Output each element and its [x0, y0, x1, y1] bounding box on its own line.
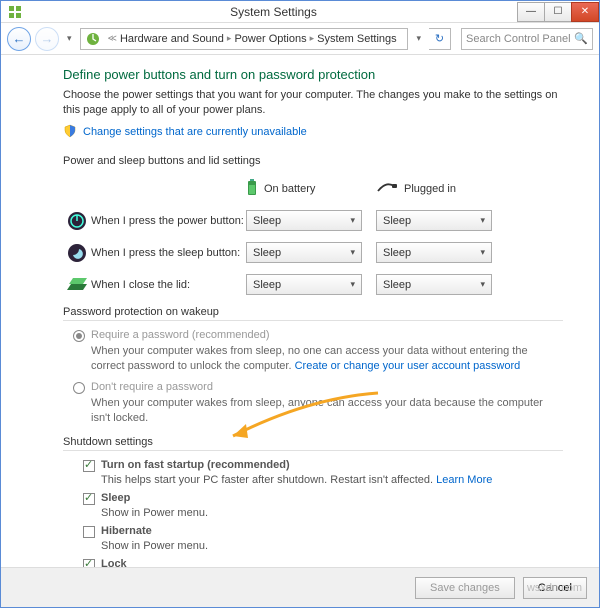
- shutdown-section-title: Shutdown settings: [63, 436, 563, 451]
- fast-startup-label: Turn on fast startup (recommended): [101, 459, 290, 471]
- require-password-label: Require a password (recommended): [91, 329, 270, 341]
- power-button-plugged-select[interactable]: Sleep▾: [376, 210, 492, 231]
- breadcrumb[interactable]: ≪ Hardware and Sound ▸ Power Options ▸ S…: [80, 28, 409, 50]
- sleep-button-plugged-select[interactable]: Sleep▾: [376, 242, 492, 263]
- history-dropdown[interactable]: ▾: [63, 33, 76, 44]
- breadcrumb-item[interactable]: Hardware and Sound: [120, 33, 224, 45]
- navbar: ← → ▾ ≪ Hardware and Sound ▸ Power Optio…: [1, 23, 599, 55]
- lid-row: When I close the lid: Sleep▾ Sleep▾: [63, 274, 563, 296]
- maximize-button[interactable]: ☐: [544, 2, 572, 22]
- column-headers: On battery Plugged in: [63, 179, 563, 200]
- hibernate-label: Hibernate: [101, 525, 152, 537]
- password-section-title: Password protection on wakeup: [63, 306, 563, 321]
- require-password-radio: [73, 330, 85, 342]
- shield-icon: [63, 124, 77, 141]
- content-area: Define power buttons and turn on passwor…: [1, 55, 599, 567]
- breadcrumb-icon: [85, 31, 101, 47]
- app-icon: [7, 4, 23, 20]
- battery-icon: [246, 179, 258, 200]
- hibernate-desc: Show in Power menu.: [73, 540, 563, 552]
- back-button[interactable]: ←: [7, 27, 31, 51]
- refresh-button[interactable]: ↻: [429, 28, 451, 50]
- power-button-row: When I press the power button: Sleep▾ Sl…: [63, 210, 563, 232]
- minimize-button[interactable]: —: [517, 2, 545, 22]
- lid-battery-select[interactable]: Sleep▾: [246, 274, 362, 295]
- create-password-link[interactable]: Create or change your user account passw…: [295, 360, 521, 372]
- search-input[interactable]: Search Control Panel 🔍: [461, 28, 593, 50]
- sleep-button-row: When I press the sleep button: Sleep▾ Sl…: [63, 242, 563, 264]
- titlebar: System Settings — ☐ ✕: [1, 1, 599, 23]
- search-placeholder: Search Control Panel: [466, 33, 574, 45]
- learn-more-link[interactable]: Learn More: [436, 474, 492, 486]
- plug-icon: [376, 181, 398, 198]
- footer: Save changes Cancel: [1, 567, 599, 607]
- forward-button[interactable]: →: [35, 27, 59, 51]
- breadcrumb-item[interactable]: Power Options: [234, 33, 306, 45]
- sleep-checkbox: [83, 493, 95, 505]
- buttons-section-title: Power and sleep buttons and lid settings: [63, 155, 563, 167]
- col-battery-label: On battery: [264, 183, 315, 195]
- sleep-desc: Show in Power menu.: [73, 507, 563, 519]
- lock-label: Lock: [101, 558, 127, 567]
- lid-plugged-select[interactable]: Sleep▾: [376, 274, 492, 295]
- power-button-battery-select[interactable]: Sleep▾: [246, 210, 362, 231]
- page-description: Choose the power settings that you want …: [63, 88, 563, 118]
- sleep-button-label: When I press the sleep button:: [91, 247, 246, 259]
- page-heading: Define power buttons and turn on passwor…: [63, 67, 563, 82]
- change-settings-link[interactable]: Change settings that are currently unava…: [83, 126, 307, 138]
- lock-checkbox: [83, 559, 95, 567]
- fast-startup-desc: This helps start your PC faster after sh…: [73, 474, 563, 486]
- save-button[interactable]: Save changes: [415, 577, 515, 599]
- no-password-label: Don't require a password: [91, 381, 213, 393]
- power-button-icon: [63, 210, 91, 232]
- window-title: System Settings: [29, 5, 518, 19]
- no-password-desc: When your computer wakes from sleep, any…: [63, 396, 563, 426]
- watermark: wsxdn.com: [527, 582, 582, 594]
- sleep-label: Sleep: [101, 492, 130, 504]
- breadcrumb-dropdown[interactable]: ▾: [412, 33, 425, 44]
- close-button[interactable]: ✕: [571, 2, 599, 22]
- lid-icon: [63, 274, 91, 296]
- sleep-button-battery-select[interactable]: Sleep▾: [246, 242, 362, 263]
- search-icon[interactable]: 🔍: [574, 32, 588, 45]
- col-plugged-label: Plugged in: [404, 183, 456, 195]
- sleep-button-icon: [63, 242, 91, 264]
- no-password-radio: [73, 382, 85, 394]
- fast-startup-checkbox: [83, 460, 95, 472]
- power-button-label: When I press the power button:: [91, 215, 246, 227]
- lid-label: When I close the lid:: [91, 279, 246, 291]
- require-password-desc: When your computer wakes from sleep, no …: [63, 344, 563, 374]
- hibernate-checkbox: [83, 526, 95, 538]
- breadcrumb-item[interactable]: System Settings: [317, 33, 396, 45]
